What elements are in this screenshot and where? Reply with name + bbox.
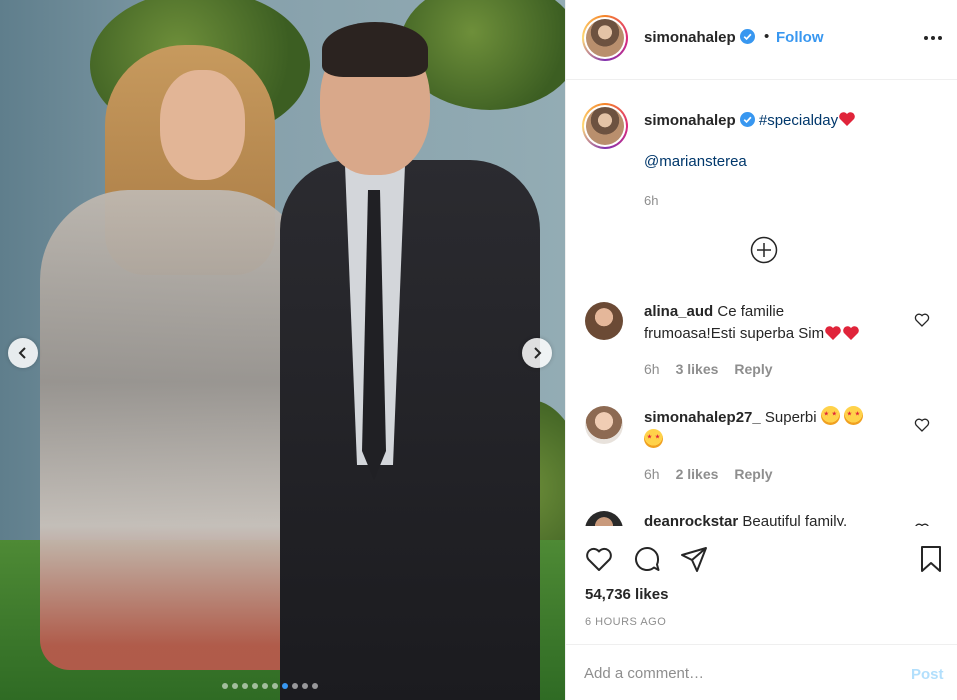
- star-struck-emoji-icon: [843, 406, 863, 425]
- carousel-dot: [242, 683, 248, 689]
- comment-reply-button[interactable]: Reply: [734, 361, 772, 377]
- comment-like-heart-icon[interactable]: [914, 522, 930, 526]
- comment-likes[interactable]: 3 likes: [676, 361, 719, 377]
- commenter-avatar[interactable]: [585, 406, 623, 444]
- carousel-dot: [232, 683, 238, 689]
- verified-badge-icon: [739, 112, 755, 127]
- comment-body-line1: Ce familie: [717, 303, 785, 320]
- comment-body-line2: frumoasa!Esti superba Sim: [644, 325, 825, 342]
- post-timestamp: 6 HOURS AGO: [585, 616, 667, 628]
- photo-man-hair: [322, 22, 428, 77]
- carousel-dot: [272, 683, 278, 689]
- carousel-dot: [282, 683, 288, 689]
- red-heart-emoji-icon: [843, 326, 859, 340]
- caption-timestamp: 6h: [644, 193, 659, 208]
- comment-likes[interactable]: 2 likes: [676, 466, 719, 482]
- post-comment-button[interactable]: Post: [911, 666, 944, 683]
- save-bookmark-icon[interactable]: [916, 544, 946, 574]
- carousel-dot: [302, 683, 308, 689]
- comment-timestamp: 6h: [644, 361, 660, 377]
- comment-text: alina_aud Ce familie frumoasa!Esti super…: [644, 301, 914, 345]
- author-username[interactable]: simonahalep: [644, 29, 755, 46]
- carousel-dot: [292, 683, 298, 689]
- comment-input[interactable]: [584, 660, 894, 686]
- carousel-dot: [312, 683, 318, 689]
- commenter-username[interactable]: alina_aud: [644, 303, 713, 320]
- caption-avatar[interactable]: [582, 103, 628, 149]
- carousel-dot: [252, 683, 258, 689]
- post-header: simonahalep • Follow: [566, 0, 957, 80]
- comment-text: deanrockstar Beautiful family.: [644, 511, 914, 526]
- post-action-bar: [566, 530, 957, 590]
- comment-like-heart-icon[interactable]: [914, 417, 930, 433]
- commenter-avatar[interactable]: [585, 511, 623, 526]
- comment-body: Superbi: [764, 409, 817, 426]
- carousel-dot: [262, 683, 268, 689]
- comment-meta: 6h 2 likes Reply: [644, 466, 773, 482]
- red-heart-emoji-icon: [825, 326, 841, 340]
- carousel-next-button[interactable]: [522, 338, 552, 368]
- comment-timestamp: 6h: [644, 466, 660, 482]
- commenter-username[interactable]: simonahalep27_: [644, 409, 761, 426]
- carousel-indicator: [222, 683, 318, 689]
- chevron-right-icon: [534, 347, 542, 359]
- more-options-icon[interactable]: [924, 29, 944, 47]
- photo-woman-face: [160, 70, 245, 180]
- commenter-username[interactable]: deanrockstar: [644, 513, 738, 526]
- post-detail-panel: simonahalep • Follow simonahalep #specia…: [565, 0, 957, 700]
- caption-mention[interactable]: @mariansterea: [644, 153, 747, 170]
- add-comment-bar: Post: [566, 644, 957, 700]
- author-avatar[interactable]: [582, 15, 628, 61]
- header-separator: •: [764, 28, 770, 45]
- load-more-comments-icon[interactable]: [750, 236, 778, 264]
- commenter-avatar[interactable]: [585, 302, 623, 340]
- post-photo[interactable]: [0, 0, 565, 700]
- caption-text: simonahalep #specialday: [644, 111, 856, 131]
- caption-hashtag[interactable]: #specialday: [759, 112, 838, 129]
- photo-woman-dress: [40, 190, 310, 670]
- comment-text: simonahalep27_ Superbi: [644, 406, 914, 452]
- carousel-prev-button[interactable]: [8, 338, 38, 368]
- chevron-left-icon: [18, 347, 26, 359]
- comment-meta: 6h 3 likes Reply: [644, 361, 773, 377]
- follow-button[interactable]: Follow: [776, 29, 824, 46]
- star-struck-emoji-icon: [820, 406, 840, 425]
- likes-count[interactable]: 54,736 likes: [585, 586, 668, 603]
- comments-list[interactable]: simonahalep #specialday @mariansterea 6h…: [566, 81, 957, 526]
- comment-like-heart-icon[interactable]: [914, 312, 930, 328]
- star-struck-emoji-icon: [644, 429, 663, 448]
- comment-bubble-icon[interactable]: [632, 544, 662, 574]
- like-heart-icon[interactable]: [584, 544, 614, 574]
- carousel-dot: [222, 683, 228, 689]
- comment-reply-button[interactable]: Reply: [734, 466, 772, 482]
- caption-username[interactable]: simonahalep: [644, 112, 736, 129]
- red-heart-emoji-icon: [839, 112, 855, 126]
- comment-body: Beautiful family.: [742, 513, 848, 526]
- verified-badge-icon: [739, 29, 755, 44]
- photo-man-suit: [280, 160, 540, 700]
- share-paper-plane-icon[interactable]: [679, 544, 709, 574]
